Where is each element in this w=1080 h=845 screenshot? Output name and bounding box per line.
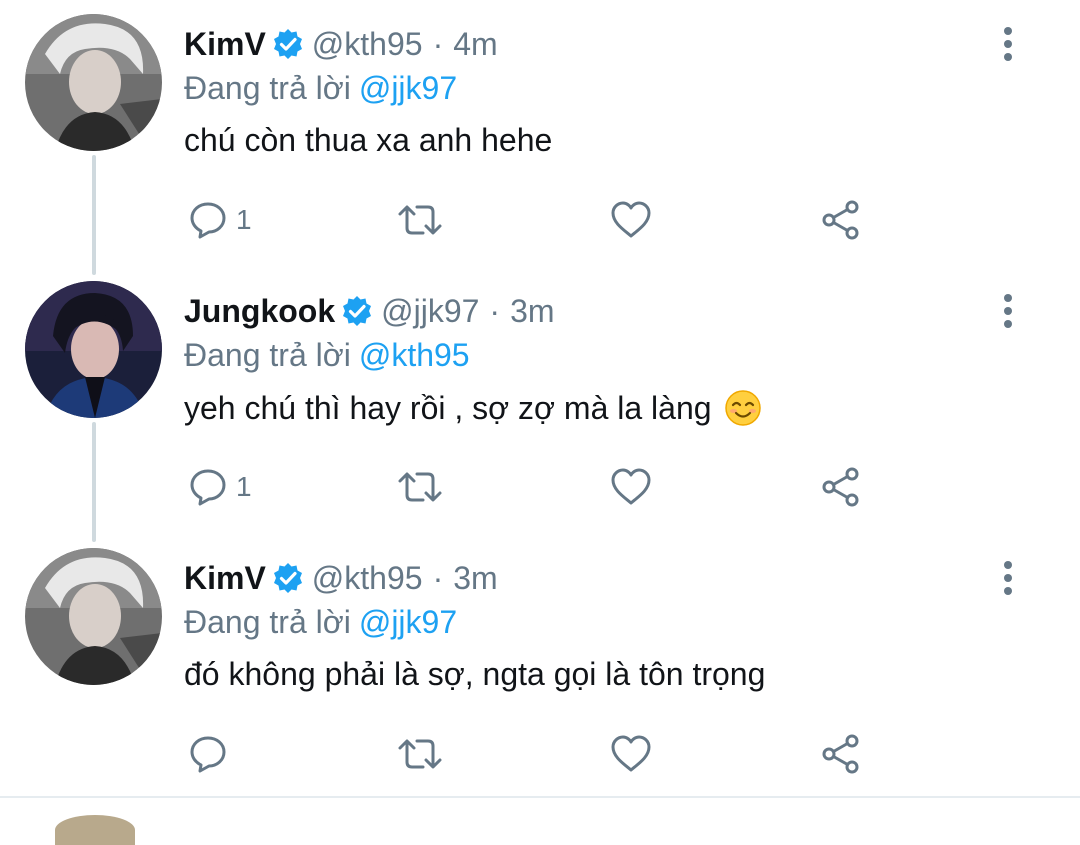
like-button[interactable] xyxy=(610,465,652,509)
reply-icon xyxy=(190,202,226,239)
verified-badge-icon xyxy=(343,296,372,326)
tweet[interactable]: KimV @kth95 · 4m Đang trả lời @jjk97 chú … xyxy=(0,14,1080,282)
replying-label: Đang trả lời xyxy=(184,70,351,106)
reply-icon xyxy=(190,736,226,773)
mention-link[interactable]: @kth95 xyxy=(359,337,470,373)
replying-to: Đang trả lời @jjk97 xyxy=(184,70,457,107)
replying-label: Đang trả lời xyxy=(184,604,351,640)
share-button[interactable] xyxy=(820,732,862,776)
timestamp[interactable]: 3m xyxy=(453,560,497,597)
handle[interactable]: @kth95 xyxy=(312,26,423,63)
reply-thread: KimV @kth95 · 4m Đang trả lời @jjk97 chú … xyxy=(0,0,1080,845)
thread-connector xyxy=(92,155,96,275)
more-vertical-icon[interactable] xyxy=(996,291,1020,331)
tweet[interactable]: KimV @kth95 · 3m Đang trả lời @jjk97 đó k… xyxy=(0,548,1080,816)
avatar[interactable] xyxy=(55,815,135,845)
more-vertical-icon[interactable] xyxy=(996,558,1020,598)
heart-icon xyxy=(611,468,651,505)
reply-count: 1 xyxy=(236,204,252,235)
share-icon xyxy=(822,200,859,240)
more-vertical-icon[interactable] xyxy=(996,24,1020,64)
display-name[interactable]: KimV xyxy=(184,560,266,597)
display-name[interactable]: Jungkook xyxy=(184,293,335,330)
handle[interactable]: @jjk97 xyxy=(381,293,479,330)
tweet-text-content: yeh chú thì hay rồi , sợ zợ mà la làng xyxy=(184,389,712,426)
avatar[interactable] xyxy=(25,14,162,151)
like-button[interactable] xyxy=(610,732,652,776)
share-icon xyxy=(822,467,859,507)
retweet-icon xyxy=(398,205,442,235)
reply-count: 1 xyxy=(236,471,252,502)
replying-to: Đang trả lời @kth95 xyxy=(184,337,470,374)
share-icon xyxy=(822,734,859,774)
retweet-icon xyxy=(398,472,442,502)
timestamp[interactable]: 4m xyxy=(453,26,497,63)
verified-badge-icon xyxy=(273,563,302,593)
share-button[interactable] xyxy=(820,465,862,509)
separator: · xyxy=(432,25,444,62)
reply-button[interactable] xyxy=(188,732,236,776)
action-bar: 1 xyxy=(184,198,884,242)
share-button[interactable] xyxy=(820,198,862,242)
avatar[interactable] xyxy=(25,281,162,418)
tweet-header: KimV @kth95 · 4m xyxy=(184,24,498,64)
smiling-face-emoji xyxy=(724,390,761,426)
reply-button[interactable]: 1 xyxy=(188,198,252,242)
action-bar: 1 xyxy=(184,465,884,509)
mention-link[interactable]: @jjk97 xyxy=(359,70,457,106)
verified-badge-icon xyxy=(273,29,302,59)
reply-icon xyxy=(190,469,226,506)
like-button[interactable] xyxy=(610,198,652,242)
separator: · xyxy=(432,559,444,596)
retweet-icon xyxy=(398,739,442,769)
tweet-text: đó không phải là sợ, ngta gọi là tôn trọ… xyxy=(184,656,765,693)
action-bar xyxy=(184,732,884,776)
replying-to: Đang trả lời @jjk97 xyxy=(184,604,457,641)
display-name[interactable]: KimV xyxy=(184,26,266,63)
retweet-button[interactable] xyxy=(396,465,444,509)
handle[interactable]: @kth95 xyxy=(312,560,423,597)
divider xyxy=(0,796,1080,798)
thread-connector xyxy=(92,422,96,542)
retweet-button[interactable] xyxy=(396,198,444,242)
reply-button[interactable]: 1 xyxy=(188,465,252,509)
retweet-button[interactable] xyxy=(396,732,444,776)
avatar[interactable] xyxy=(25,548,162,685)
heart-icon xyxy=(611,735,651,772)
tweet-text-content: chú còn thua xa anh hehe xyxy=(184,122,553,158)
tweet-text: yeh chú thì hay rồi , sợ zợ mà la làng xyxy=(184,389,762,427)
tweet-text-content: đó không phải là sợ, ngta gọi là tôn trọ… xyxy=(184,656,766,692)
timestamp[interactable]: 3m xyxy=(510,293,554,330)
tweet-header: KimV @kth95 · 3m xyxy=(184,558,498,598)
replying-label: Đang trả lời xyxy=(184,337,351,373)
tweet-text: chú còn thua xa anh hehe xyxy=(184,122,552,159)
heart-icon xyxy=(611,201,651,238)
mention-link[interactable]: @jjk97 xyxy=(359,604,457,640)
tweet-header: Jungkook @jjk97 · 3m xyxy=(184,291,555,331)
separator: · xyxy=(489,292,501,329)
tweet[interactable]: Jungkook @jjk97 · 3m Đang trả lời @kth95 … xyxy=(0,281,1080,549)
